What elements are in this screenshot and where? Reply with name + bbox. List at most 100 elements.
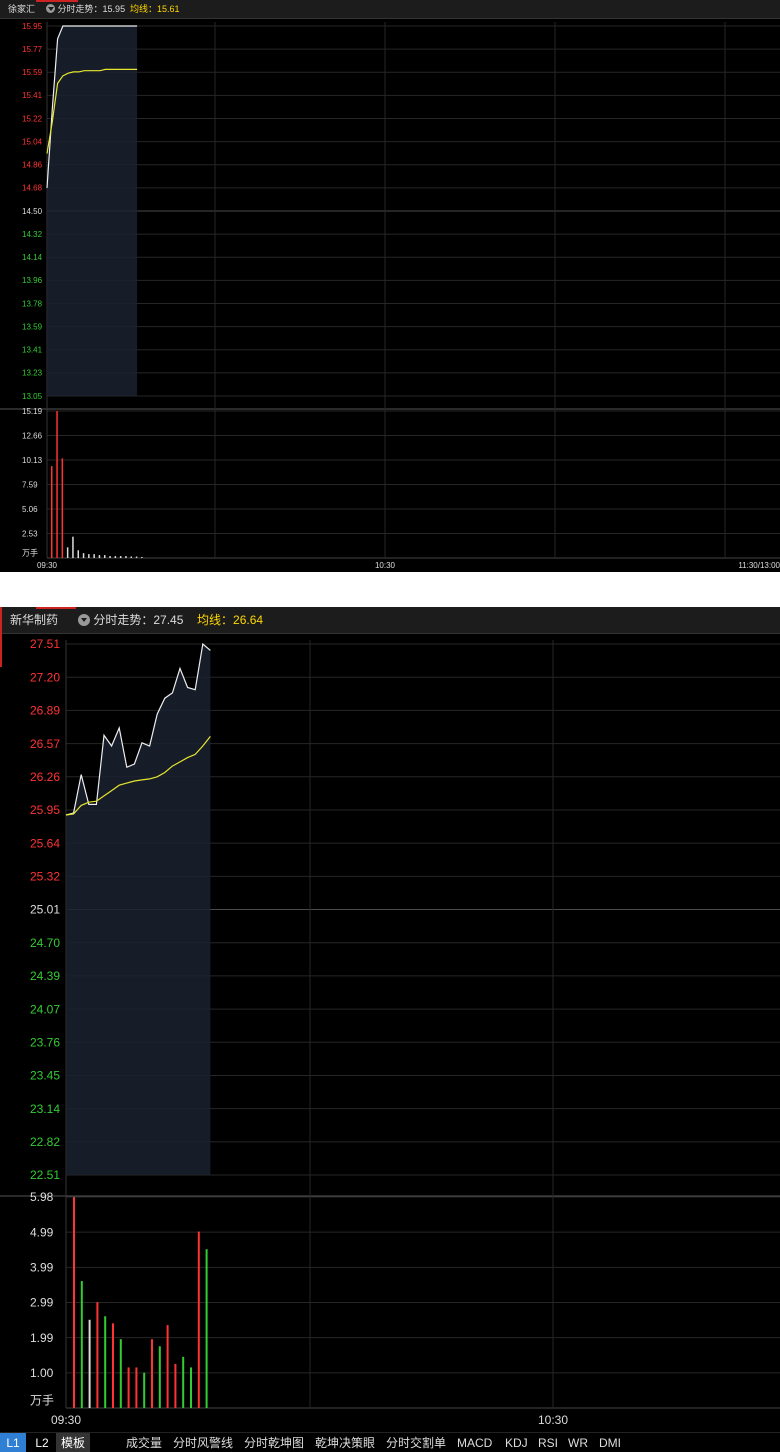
price-tick-label: 14.32 [22,230,43,239]
volume-tick-label: 4.99 [30,1225,54,1239]
price-tick-label: 26.57 [30,737,60,751]
indicator-kdj[interactable]: KDJ [505,1433,528,1452]
indicator-macd[interactable]: MACD [457,1433,492,1452]
volume-bar [135,556,138,558]
volume-tick-label: 12.66 [22,431,43,440]
price-tick-label: 14.68 [22,184,43,193]
price-tick-label: 15.04 [22,137,43,146]
intraday-chart-panel-2: 新华制药 分时走势：27.45 均线：26.64 27.51 27.20 26.89… [0,607,780,1452]
volume-bar [151,1339,153,1408]
indicator-qiankun-chart[interactable]: 分时乾坤图 [244,1433,304,1452]
price-tick-label: 25.95 [30,803,60,817]
volume-bar [88,554,90,558]
volume-bar [143,1372,146,1408]
volume-bar [73,1197,75,1408]
volume-bar [130,556,132,558]
price-tick-label: 24.70 [30,936,60,950]
volume-tick-label: 3.99 [30,1261,54,1275]
volume-tick-label: 2.99 [30,1296,54,1310]
volume-bar [182,1356,185,1408]
volume-bar [119,556,122,558]
volume-bar [174,1363,177,1408]
price-tick-label: 14.86 [22,161,43,170]
volume-bar [51,466,53,558]
indicator-risk-line[interactable]: 分时风警线 [173,1433,233,1452]
price-tick-label: 13.96 [22,276,43,285]
volume-bar [88,1319,91,1408]
indicator-dmi[interactable]: DMI [599,1433,621,1452]
price-tick-label: 25.01 [30,903,60,917]
indicator-rsi[interactable]: RSI [538,1433,558,1452]
price-tick-label: 23.45 [30,1069,60,1083]
price-tick-label: 13.05 [22,392,43,401]
volume-unit-label: 万手 [22,548,38,558]
time-tick-label: 11:30/13:00 [738,561,780,570]
indicator-toolbar: L1 L2 模板 成交量 分时风警线 分时乾坤图 乾坤决策眼 分时交割单 MAC… [0,1432,780,1452]
price-tick-label: 24.39 [30,969,60,983]
volume-bar [119,1339,122,1408]
tab-l2[interactable]: L2 [30,1433,54,1452]
volume-tick-label: 1.00 [30,1366,54,1380]
indicator-trade-list[interactable]: 分时交割单 [386,1433,446,1452]
volume-tick-label: 5.98 [30,1190,54,1204]
price-tick-label: 15.22 [22,114,43,123]
volume-bar [158,1346,161,1408]
price-tick-label: 23.14 [30,1102,60,1116]
price-tick-label: 13.41 [22,346,43,355]
price-tick-label: 23.76 [30,1035,60,1049]
price-tick-label: 14.50 [22,207,43,216]
volume-tick-label: 15.19 [22,407,43,416]
volume-tick-label: 1.99 [30,1331,54,1345]
price-tick-label: 26.89 [30,704,60,718]
price-tick-label: 13.78 [22,299,43,308]
time-tick-label: 09:30 [37,561,58,570]
price-tick-label: 13.59 [22,322,43,331]
plot-background [47,22,780,560]
chart-canvas-1[interactable]: 15.95 15.77 15.59 15.41 15.22 15.04 14.86 14.68… [0,0,780,572]
price-area-fill [47,26,138,396]
price-tick-label: 15.95 [22,22,43,31]
chart-canvas-2[interactable]: 27.51 27.20 26.89 26.57 26.26 25.95 25.64 25.32… [0,607,780,1432]
volume-bar [98,555,101,558]
volume-bar [80,1280,83,1408]
price-tick-label: 27.20 [30,670,60,684]
volume-bar [66,547,69,558]
volume-bar [72,536,74,558]
volume-bar [166,1325,169,1408]
volume-bar [197,1231,200,1408]
volume-bar [61,458,64,558]
price-tick-label: 25.64 [30,836,60,850]
volume-bar [190,1367,192,1408]
price-tick-label: 15.77 [22,45,43,54]
volume-bar [109,556,111,558]
indicator-decision-eye[interactable]: 乾坤决策眼 [315,1433,375,1452]
price-tick-label: 22.51 [30,1168,60,1182]
volume-bar [96,1302,99,1408]
volume-bar [141,557,143,558]
volume-tick-label: 10.13 [22,456,43,465]
time-tick-label: 10:30 [538,1413,568,1427]
price-tick-label: 24.07 [30,1002,60,1016]
volume-tick-label: 7.59 [22,480,38,489]
volume-bar [205,1249,208,1408]
price-tick-label: 25.32 [30,870,60,884]
tab-template[interactable]: 模板 [56,1433,90,1452]
tab-l1[interactable]: L1 [0,1433,26,1452]
price-tick-label: 14.14 [22,253,43,262]
price-tick-label: 27.51 [30,637,60,651]
volume-bar [104,1316,107,1408]
volume-bar [104,555,106,558]
indicator-volume[interactable]: 成交量 [126,1433,162,1452]
volume-bar [125,556,127,558]
price-tick-label: 15.41 [22,91,43,100]
volume-unit-label: 万手 [30,1393,54,1407]
volume-tick-label: 2.53 [22,529,38,538]
price-tick-label: 13.23 [22,369,43,378]
volume-bar [77,550,79,558]
time-tick-label: 10:30 [375,561,396,570]
volume-bar [135,1367,138,1408]
price-tick-label: 22.82 [30,1135,60,1149]
volume-bar [112,1323,114,1408]
indicator-wr[interactable]: WR [568,1433,588,1452]
price-tick-label: 15.59 [22,68,43,77]
